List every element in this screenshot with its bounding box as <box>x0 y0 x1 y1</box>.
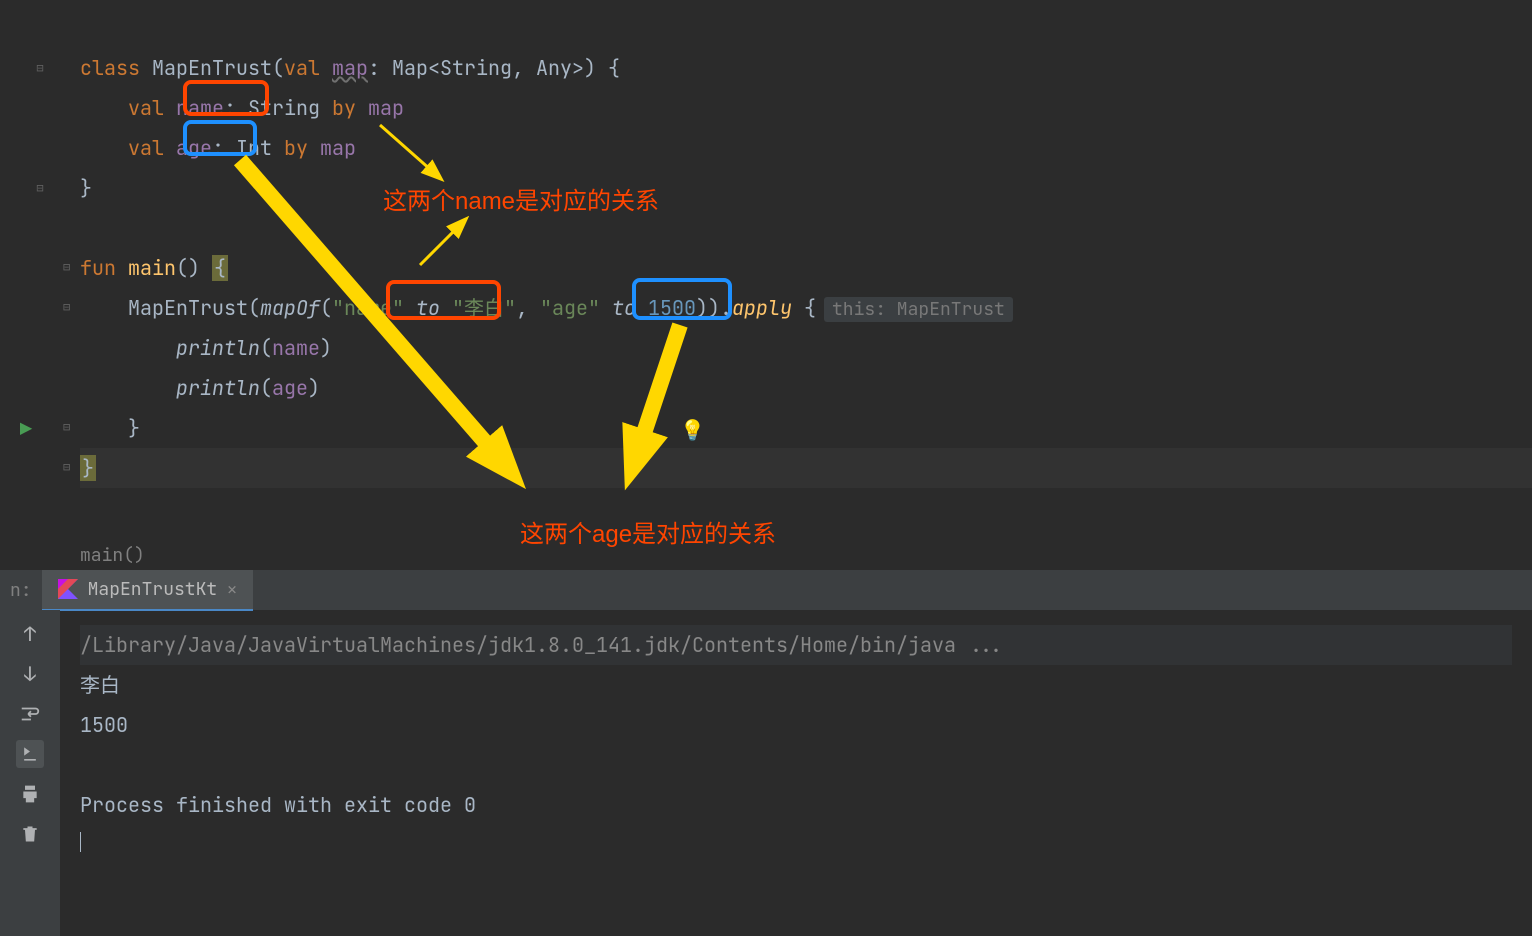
scroll-down-icon[interactable]: ↓ <box>16 660 44 688</box>
print-icon[interactable] <box>16 780 44 808</box>
tab-label: MapEnTrustKt <box>88 578 218 601</box>
code-area[interactable]: class MapEnTrust(val map: Map<String, An… <box>80 0 1532 540</box>
editor-area: ⊟ ⊟ ▶ ⊟ ⊟ ⊟ ⊟ class MapEnTrust(val map: … <box>0 0 1532 540</box>
gutter: ⊟ ⊟ ▶ ⊟ ⊟ ⊟ ⊟ <box>0 0 80 540</box>
code-line-10: } <box>80 408 1532 448</box>
scroll-up-icon[interactable]: ↑ <box>16 620 44 648</box>
run-tabs-bar: n: MapEnTrustKt ✕ <box>0 570 1532 610</box>
console-empty-line <box>80 745 1512 785</box>
run-gutter-icon[interactable]: ▶ <box>20 416 32 442</box>
code-line-3: val age: Int by map <box>80 128 1532 168</box>
delete-icon[interactable] <box>16 820 44 848</box>
fold-icon[interactable]: ⊟ <box>63 247 70 287</box>
console-command: /Library/Java/JavaVirtualMachines/jdk1.8… <box>80 625 1512 665</box>
console-output[interactable]: /Library/Java/JavaVirtualMachines/jdk1.8… <box>60 610 1532 936</box>
code-line-8: println(name) <box>80 328 1532 368</box>
fold-icon[interactable]: ⊟ <box>36 168 43 208</box>
code-line-2: val name: String by map <box>80 88 1532 128</box>
lightbulb-icon[interactable]: 💡 <box>680 410 705 450</box>
code-line-4: } <box>80 168 1532 208</box>
run-label: n: <box>0 579 42 602</box>
fold-icon[interactable]: ⊟ <box>36 48 43 88</box>
code-line-11: } <box>80 448 1532 488</box>
fold-icon[interactable]: ⊟ <box>63 287 70 327</box>
console-output-line: 李白 <box>80 665 1512 705</box>
close-icon[interactable]: ✕ <box>227 579 237 600</box>
console-toolbar: ↑ ↓ <box>0 610 60 936</box>
code-line-1: class MapEnTrust(val map: Map<String, An… <box>80 48 1532 88</box>
code-line-9: println(age) <box>80 368 1532 408</box>
fold-icon[interactable]: ⊟ <box>63 447 70 487</box>
fold-icon[interactable]: ⊟ <box>63 407 70 447</box>
console-area: ↑ ↓ /Library/Java/JavaVirtualMachines/jd… <box>0 610 1532 936</box>
breadcrumb[interactable]: main() <box>0 540 1532 570</box>
inlay-hint: this: MapEnTrust <box>824 297 1013 322</box>
console-cursor <box>80 825 1512 865</box>
run-tab[interactable]: MapEnTrustKt ✕ <box>42 570 253 611</box>
kotlin-icon <box>58 579 78 599</box>
code-line-5 <box>80 208 1532 248</box>
scroll-to-end-icon[interactable] <box>16 740 44 768</box>
code-line-7: MapEnTrust(mapOf("name" to "李白", "age" t… <box>80 288 1532 328</box>
soft-wrap-icon[interactable] <box>16 700 44 728</box>
console-exit-line: Process finished with exit code 0 <box>80 785 1512 825</box>
code-line-6: fun main() { <box>80 248 1532 288</box>
console-output-line: 1500 <box>80 705 1512 745</box>
